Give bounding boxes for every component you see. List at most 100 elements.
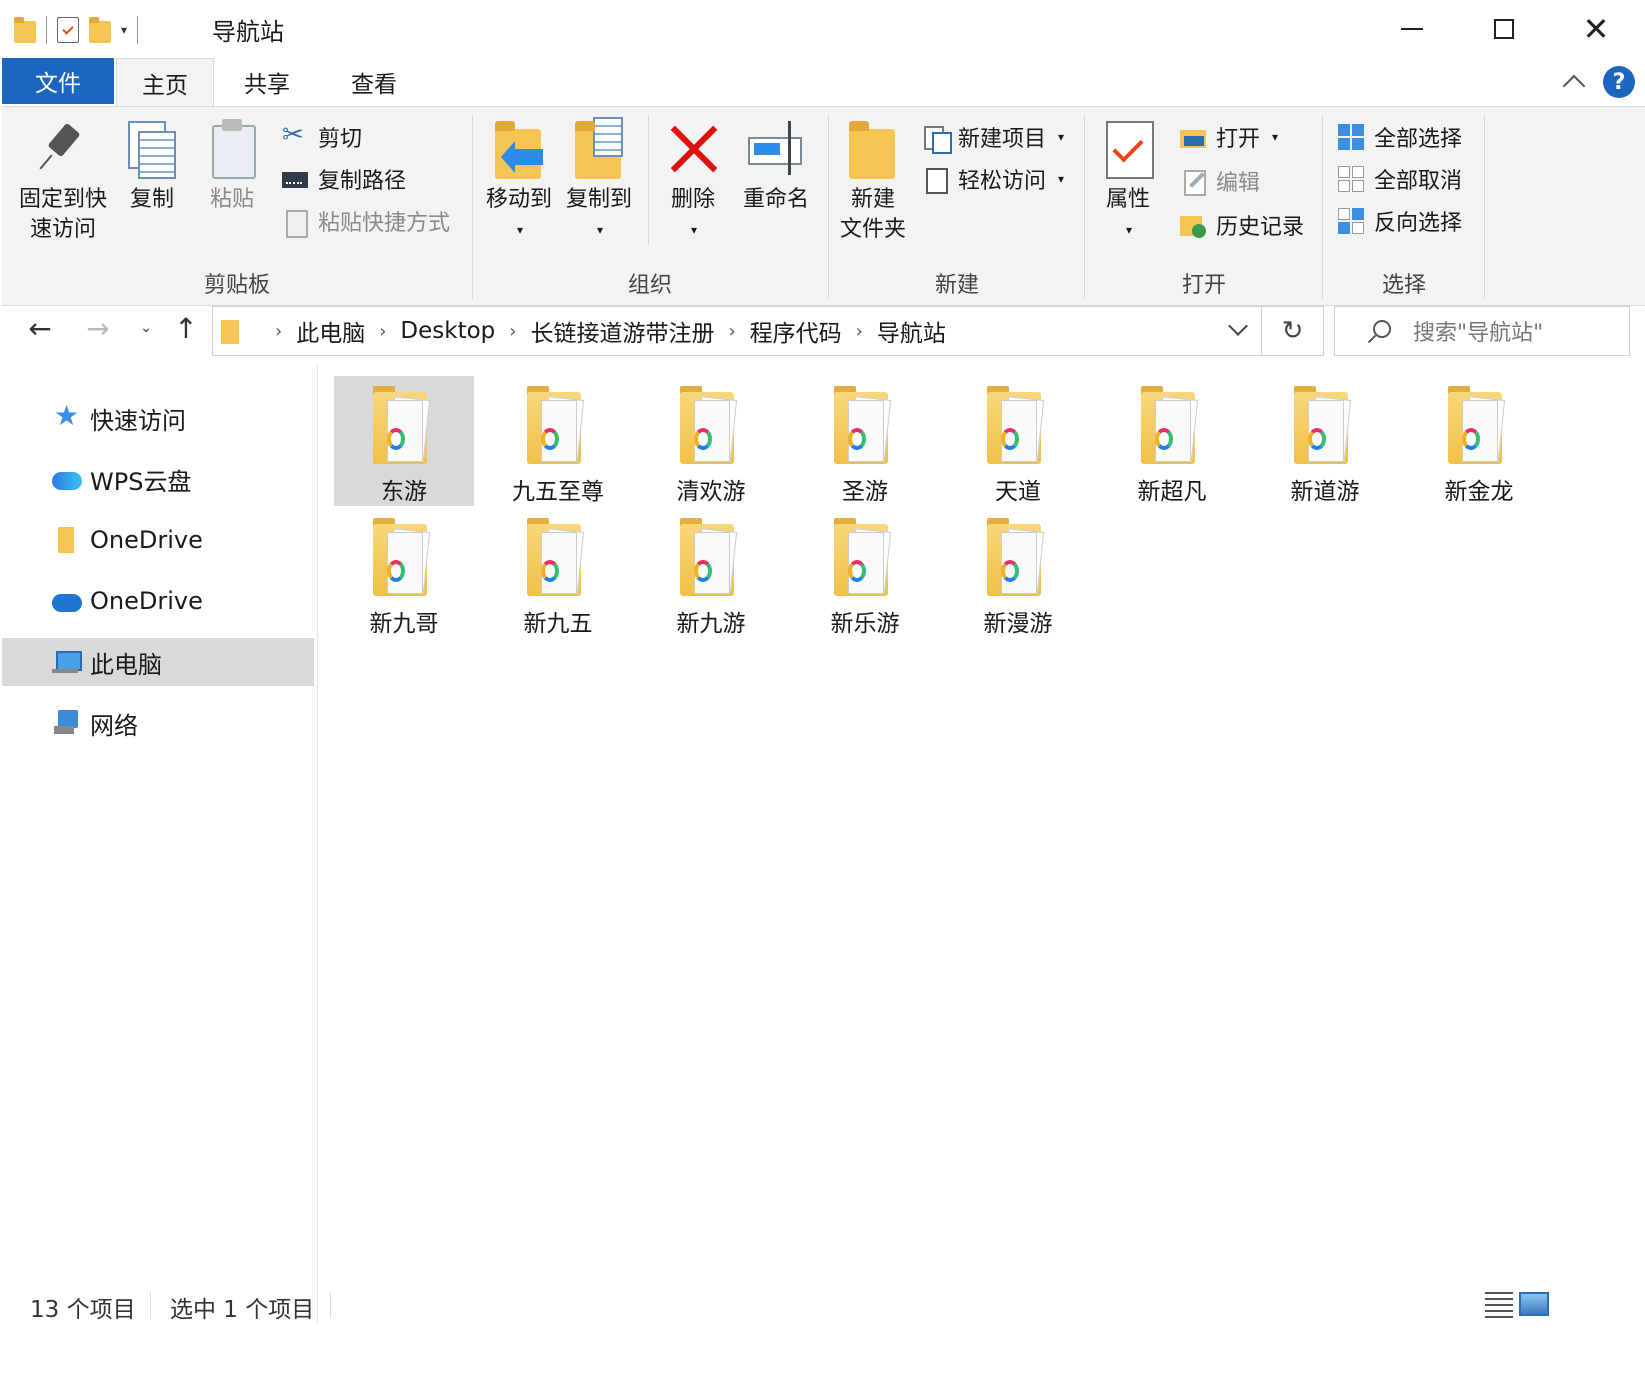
folder-tile[interactable]: 新九游 <box>641 508 781 638</box>
sidebar-item-onedrive-folder[interactable]: OneDrive <box>2 516 314 564</box>
new-item-button[interactable]: 新建项目 ▾ <box>922 121 1064 154</box>
copy-path-button[interactable]: 复制路径 <box>282 163 406 195</box>
selection-count: 选中 1 个项目 <box>170 1297 315 1323</box>
folder-tile[interactable]: 圣游 <box>795 376 935 506</box>
new-item-icon <box>922 124 952 154</box>
select-all-button[interactable]: 全部选择 <box>1338 121 1462 153</box>
folder-icon <box>221 318 241 344</box>
close-icon: ✕ <box>1582 10 1610 48</box>
up-button[interactable]: ↑ <box>168 310 204 346</box>
copy-to-icon <box>571 117 627 181</box>
select-all-label: 全部选择 <box>1374 127 1463 152</box>
pin-to-quick-access-button[interactable]: 固定到快 速访问 <box>16 117 110 245</box>
pc-icon <box>52 647 82 677</box>
properties-icon[interactable] <box>57 17 79 43</box>
chevron-right-icon[interactable]: › <box>728 321 735 342</box>
breadcrumb-item[interactable]: 导航站 <box>877 314 946 348</box>
invert-selection-button[interactable]: 反向选择 <box>1338 205 1462 237</box>
recent-locations-button[interactable]: ⌄ <box>128 310 164 346</box>
breadcrumb-item[interactable]: Desktop <box>400 318 495 344</box>
folder-tile[interactable]: 新金龙 <box>1409 376 1549 506</box>
breadcrumb-item[interactable]: 此电脑 <box>296 314 365 348</box>
folder-tile[interactable]: 清欢游 <box>641 376 781 506</box>
sidebar-item-this-pc[interactable]: 此电脑 <box>2 638 314 686</box>
folder-name: 东游 <box>381 479 427 505</box>
copy-to-button[interactable]: 复制到 ▾ <box>562 117 636 245</box>
breadcrumb-item[interactable]: 长链接道游带注册 <box>530 314 714 348</box>
forward-button[interactable]: → <box>80 310 116 346</box>
folder-tile[interactable]: 新漫游 <box>948 508 1088 638</box>
folder-tile[interactable]: 九五至尊 <box>488 376 628 506</box>
easy-access-label: 轻松访问 <box>958 169 1047 194</box>
folder-icon <box>369 518 439 598</box>
folder-tile[interactable]: 新超凡 <box>1102 376 1242 506</box>
folder-tile[interactable]: 新九哥 <box>334 508 474 638</box>
maximize-button[interactable] <box>1458 0 1550 58</box>
divider <box>137 16 139 44</box>
chevron-right-icon[interactable]: › <box>379 321 386 342</box>
edit-button[interactable]: 编辑 <box>1180 165 1260 197</box>
history-button[interactable]: 历史记录 <box>1180 209 1304 241</box>
tab-home[interactable]: 主页 <box>116 58 214 106</box>
folder-icon <box>52 525 82 555</box>
close-button[interactable]: ✕ <box>1550 0 1642 58</box>
new-item-label: 新建项目 <box>958 127 1047 152</box>
copy-to-label: 复制到 <box>565 187 632 212</box>
sidebar-item-wps-cloud[interactable]: WPS云盘 <box>2 455 314 503</box>
large-icons-view-icon[interactable] <box>1519 1292 1549 1316</box>
chevron-right-icon[interactable]: › <box>509 321 516 342</box>
breadcrumb-item[interactable]: 程序代码 <box>750 314 842 348</box>
folder-icon <box>1444 386 1514 466</box>
properties-icon <box>1100 117 1156 181</box>
sidebar-item-label: 此电脑 <box>90 650 162 679</box>
folder-icon <box>369 386 439 466</box>
copy-button[interactable]: 复制 <box>120 117 184 215</box>
group-label-clipboard: 剪贴板 <box>203 273 270 298</box>
address-dropdown-icon[interactable] <box>1225 317 1251 343</box>
qat-customize-dropdown[interactable]: ▾ <box>121 23 127 37</box>
easy-access-button[interactable]: 轻松访问 ▾ <box>922 163 1064 195</box>
sidebar-item-quick-access[interactable]: 快速访问 <box>2 394 314 442</box>
select-none-icon <box>1338 166 1364 192</box>
divider <box>472 115 473 299</box>
paste-shortcut-button[interactable]: 粘贴快捷方式 <box>282 205 450 238</box>
tab-file[interactable]: 文件 <box>2 58 114 104</box>
pin-label-line1: 固定到快 <box>18 187 107 212</box>
minimize-button[interactable] <box>1366 0 1458 58</box>
sidebar-item-network[interactable]: 网络 <box>2 699 314 747</box>
folder-tile[interactable]: 新乐游 <box>795 508 935 638</box>
rename-button[interactable]: 重命名 <box>736 117 816 215</box>
folder-icon <box>523 386 593 466</box>
new-folder-button[interactable]: 新建 文件夹 <box>836 117 910 245</box>
folder-icon[interactable] <box>14 17 36 43</box>
cut-button[interactable]: 剪切 <box>282 120 362 153</box>
address-bar[interactable]: › 此电脑 › Desktop › 长链接道游带注册 › 程序代码 › 导航站 <box>212 306 1262 356</box>
folder-tile[interactable]: 东游 <box>334 376 474 506</box>
back-button[interactable]: ← <box>22 310 58 346</box>
collapse-ribbon-icon[interactable] <box>1561 70 1585 94</box>
details-view-icon[interactable] <box>1485 1292 1513 1318</box>
folder-tile[interactable]: 新道游 <box>1255 376 1395 506</box>
tab-share[interactable]: 共享 <box>220 58 314 106</box>
sidebar-item-onedrive[interactable]: OneDrive <box>2 577 314 625</box>
folder-tile[interactable]: 新九五 <box>488 508 628 638</box>
ribbon-tabs: 文件 主页 共享 查看 ? <box>0 58 1645 106</box>
new-folder-icon[interactable] <box>89 17 111 43</box>
divider <box>828 115 829 299</box>
search-input[interactable]: 搜索"导航站" <box>1334 306 1630 356</box>
tab-view[interactable]: 查看 <box>320 58 428 106</box>
open-button[interactable]: 打开 ▾ <box>1180 121 1278 153</box>
divider <box>330 1292 331 1318</box>
folder-name: 天道 <box>995 479 1041 505</box>
divider <box>150 1292 151 1318</box>
select-none-button[interactable]: 全部取消 <box>1338 163 1462 195</box>
paste-button[interactable]: 粘贴 <box>200 117 264 215</box>
window-title: 导航站 <box>212 18 284 46</box>
delete-button[interactable]: 删除 ▾ <box>660 117 726 245</box>
chevron-right-icon[interactable]: › <box>856 321 863 342</box>
help-icon[interactable]: ? <box>1603 66 1635 98</box>
refresh-button[interactable]: ↻ <box>1262 306 1324 356</box>
properties-button[interactable]: 属性 ▾ <box>1096 117 1160 245</box>
move-to-button[interactable]: 移动到 ▾ <box>482 117 556 245</box>
folder-tile[interactable]: 天道 <box>948 376 1088 506</box>
